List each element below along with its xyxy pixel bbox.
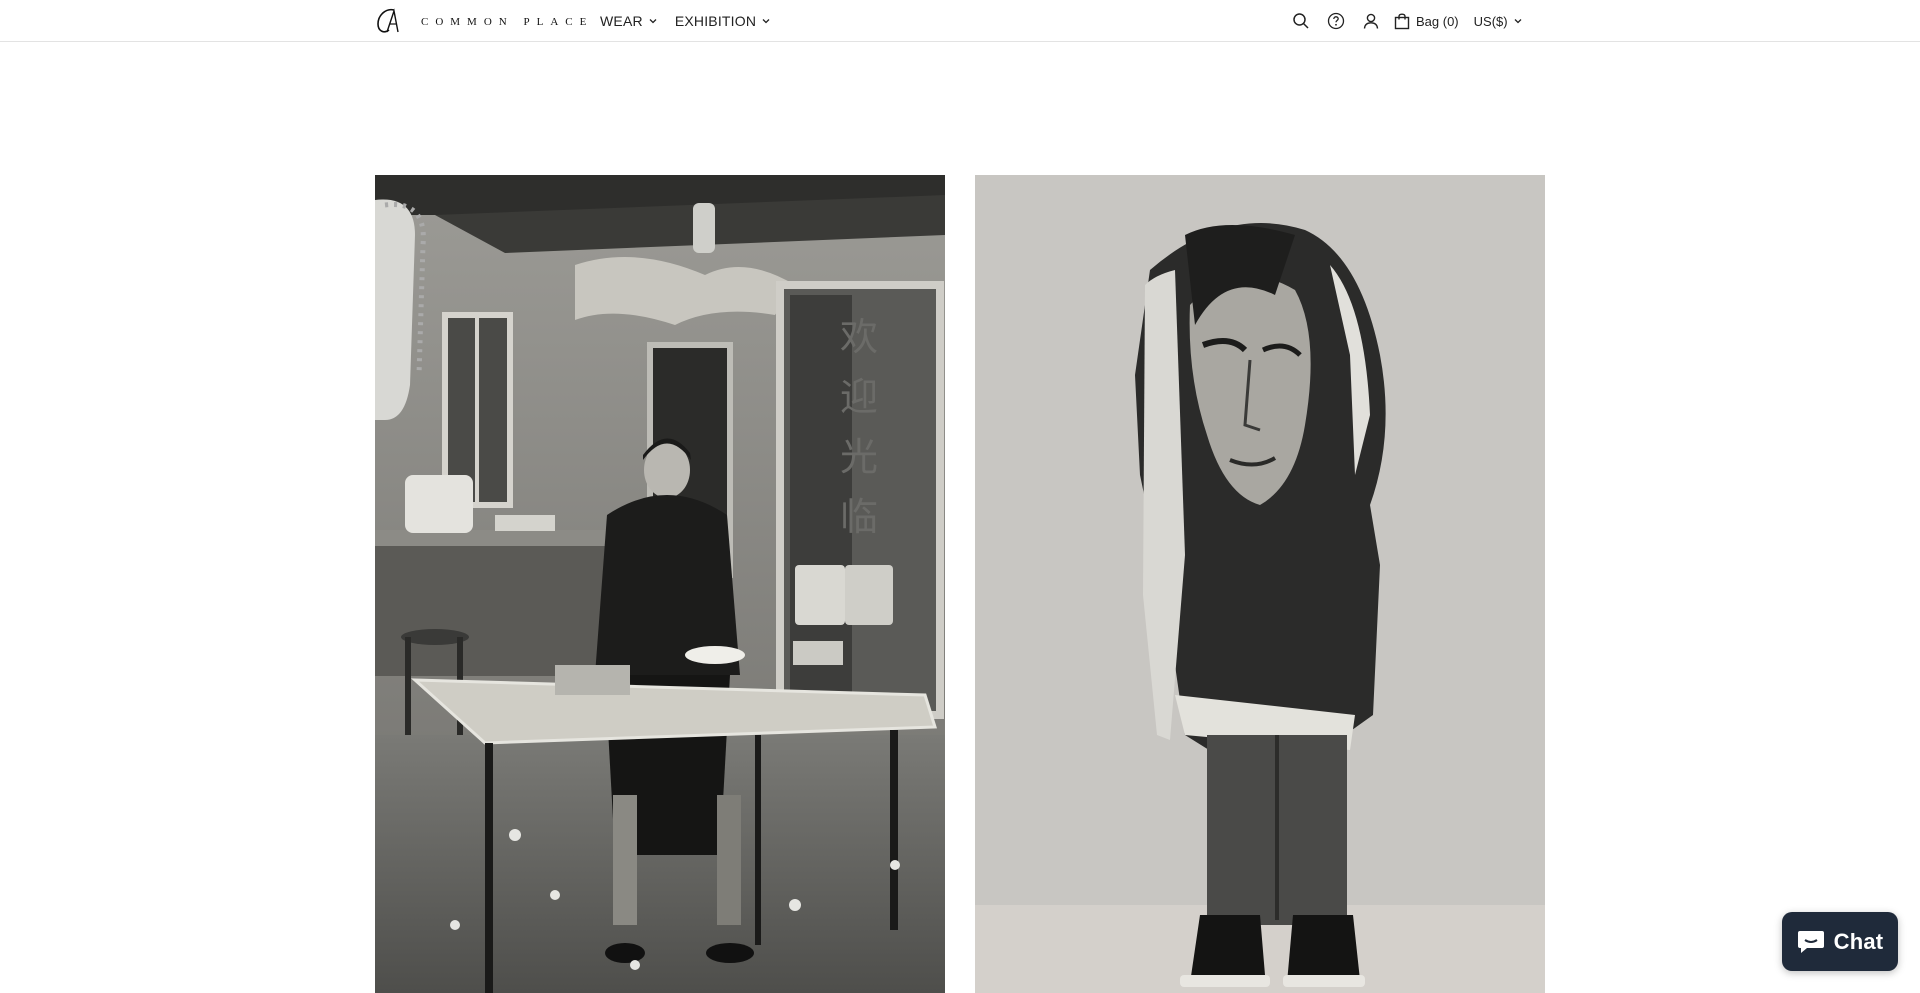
site-header: COMMON PLACE WEAR EXHIBITION Bag (0) US(… <box>0 0 1920 42</box>
help-circle-icon <box>1327 12 1345 30</box>
nav-item-label: EXHIBITION <box>674 13 757 29</box>
help-button[interactable] <box>1325 10 1347 32</box>
editorial-photo-right <box>975 175 1545 993</box>
search-button[interactable] <box>1290 10 1312 32</box>
chevron-down-icon <box>1514 19 1522 24</box>
shopping-bag-icon <box>1394 12 1410 29</box>
brand-logo[interactable]: COMMON PLACE <box>373 6 593 36</box>
editorial-image-woman-eating-noodles[interactable]: 欢 迎 光 临 <box>375 175 945 993</box>
editorial-gallery: 欢 迎 光 临 <box>375 175 1545 993</box>
search-icon <box>1293 13 1309 29</box>
chevron-down-icon <box>762 19 770 24</box>
ca-monogram-icon <box>377 8 399 33</box>
bag-label: Bag (0) <box>1416 13 1459 29</box>
nav-item-wear[interactable]: WEAR <box>600 13 657 29</box>
chat-bubble-icon <box>1797 929 1825 955</box>
signage-char-3: 光 <box>840 435 878 479</box>
account-button[interactable] <box>1360 10 1382 32</box>
editorial-photo-left: 欢 迎 光 临 <box>375 175 945 993</box>
brand-wordmark: COMMON PLACE <box>421 16 594 28</box>
bag-button[interactable]: Bag (0) <box>1394 12 1459 30</box>
currency-selector[interactable]: US($) <box>1474 14 1522 29</box>
signage-char-4: 临 <box>840 495 878 539</box>
editorial-image-portrait-scarf[interactable] <box>975 175 1545 993</box>
nav-item-exhibition[interactable]: EXHIBITION <box>675 13 770 29</box>
chevron-down-icon <box>649 19 657 24</box>
chat-label: Chat <box>1833 928 1884 954</box>
currency-label: US($) <box>1473 13 1508 29</box>
header-tools: Bag (0) US($) <box>1290 0 1522 42</box>
chat-button[interactable]: Chat <box>1782 912 1898 971</box>
main-nav: WEAR EXHIBITION <box>600 0 770 42</box>
user-icon <box>1363 13 1379 29</box>
signage-char-2: 迎 <box>840 375 878 419</box>
nav-item-label: WEAR <box>600 13 643 29</box>
signage-char-1: 欢 <box>840 315 878 359</box>
